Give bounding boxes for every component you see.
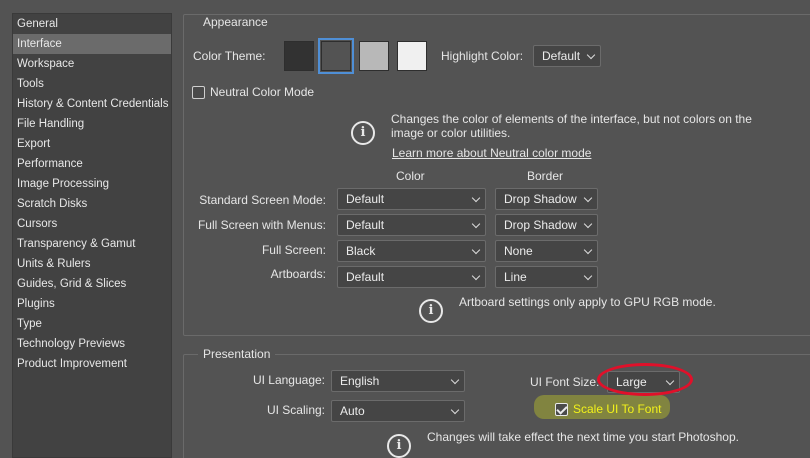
- sidebar: General Interface Workspace Tools History & …: [0, 0, 176, 458]
- sidebar-category-list: General Interface Workspace Tools History & …: [12, 13, 172, 458]
- ui-language-label: UI Language:: [252, 373, 325, 387]
- chevron-down-icon: [583, 271, 593, 281]
- full-screen-menus-border-value: Drop Shadow: [504, 218, 577, 232]
- sidebar-item-export[interactable]: Export: [13, 134, 171, 154]
- ui-scaling-label: UI Scaling:: [266, 403, 325, 417]
- neutral-color-mode-checkbox[interactable]: [192, 86, 205, 99]
- neutral-mode-note-line1: Changes the color of elements of the int…: [391, 112, 752, 126]
- info-icon: i: [387, 434, 411, 458]
- full-screen-menus-border-dropdown[interactable]: Drop Shadow: [495, 214, 598, 236]
- color-theme-swatch-light[interactable]: [359, 41, 389, 71]
- sidebar-item-product-improvement[interactable]: Product Improvement: [13, 354, 171, 374]
- sidebar-item-interface[interactable]: Interface: [13, 34, 171, 54]
- full-screen-color-dropdown[interactable]: Black: [337, 240, 486, 262]
- sidebar-item-workspace[interactable]: Workspace: [13, 54, 171, 74]
- sidebar-item-units-rulers[interactable]: Units & Rulers: [13, 254, 171, 274]
- chevron-down-icon: [583, 245, 593, 255]
- sidebar-item-file-handling[interactable]: File Handling: [13, 114, 171, 134]
- sidebar-item-image-processing[interactable]: Image Processing: [13, 174, 171, 194]
- sidebar-item-scratch-disks[interactable]: Scratch Disks: [13, 194, 171, 214]
- full-screen-border-dropdown[interactable]: None: [495, 240, 598, 262]
- scale-ui-to-font-checkbox[interactable]: [555, 403, 568, 416]
- chevron-down-icon: [586, 50, 596, 60]
- full-screen-menus-color-dropdown[interactable]: Default: [337, 214, 486, 236]
- full-screen-menus-color-value: Default: [346, 218, 385, 232]
- sidebar-item-guides-grid-slices[interactable]: Guides, Grid & Slices: [13, 274, 171, 294]
- standard-screen-border-value: Drop Shadow: [504, 192, 577, 206]
- artboards-border-dropdown[interactable]: Line: [495, 266, 598, 288]
- color-theme-swatch-darkest[interactable]: [284, 41, 314, 71]
- standard-screen-color-value: Default: [346, 192, 385, 206]
- sidebar-item-transparency-gamut[interactable]: Transparency & Gamut: [13, 234, 171, 254]
- border-column-header: Border: [527, 169, 564, 183]
- color-column-header: Color: [396, 169, 425, 183]
- chevron-down-icon: [471, 245, 481, 255]
- ui-scaling-dropdown[interactable]: Auto: [331, 400, 465, 422]
- artboards-color-dropdown[interactable]: Default: [337, 266, 486, 288]
- color-theme-swatch-lightest[interactable]: [397, 41, 427, 71]
- full-screen-label: Full Screen:: [261, 243, 326, 257]
- sidebar-item-plugins[interactable]: Plugins: [13, 294, 171, 314]
- chevron-down-icon: [450, 405, 460, 415]
- info-icon: i: [351, 121, 375, 145]
- sidebar-item-performance[interactable]: Performance: [13, 154, 171, 174]
- neutral-mode-note-line2: image or color utilities.: [391, 126, 511, 140]
- red-circle-annotation: [597, 363, 693, 396]
- neutral-color-mode-label: Neutral Color Mode: [210, 85, 315, 99]
- chevron-down-icon: [450, 375, 460, 385]
- scale-ui-to-font-label: Scale UI To Font: [573, 402, 662, 416]
- standard-screen-border-dropdown[interactable]: Drop Shadow: [495, 188, 598, 210]
- artboards-color-value: Default: [346, 270, 385, 284]
- ui-language-dropdown[interactable]: English: [331, 370, 465, 392]
- chevron-down-icon: [583, 219, 593, 229]
- sidebar-item-tools[interactable]: Tools: [13, 74, 171, 94]
- standard-screen-mode-label: Standard Screen Mode:: [199, 193, 326, 207]
- sidebar-item-technology-previews[interactable]: Technology Previews: [13, 334, 171, 354]
- restart-note: Changes will take effect the next time y…: [427, 430, 739, 444]
- chevron-down-icon: [583, 193, 593, 203]
- highlight-color-dropdown[interactable]: Default: [533, 45, 601, 67]
- standard-screen-color-dropdown[interactable]: Default: [337, 188, 486, 210]
- full-screen-border-value: None: [504, 244, 533, 258]
- ui-scaling-value: Auto: [340, 404, 365, 418]
- sidebar-item-cursors[interactable]: Cursors: [13, 214, 171, 234]
- neutral-mode-learn-more-link[interactable]: Learn more about Neutral color mode: [392, 146, 591, 160]
- color-theme-swatch-dark[interactable]: [318, 38, 354, 74]
- sidebar-item-history-content-credentials[interactable]: History & Content Credentials: [13, 94, 171, 114]
- highlight-color-label: Highlight Color:: [441, 49, 524, 63]
- full-screen-color-value: Black: [346, 244, 376, 258]
- highlight-color-value: Default: [542, 49, 581, 63]
- artboard-note: Artboard settings only apply to GPU RGB …: [459, 295, 716, 309]
- presentation-title: Presentation: [198, 347, 276, 361]
- full-screen-menus-label: Full Screen with Menus:: [197, 218, 326, 232]
- color-theme-label: Color Theme:: [193, 49, 266, 63]
- artboards-border-value: Line: [504, 270, 527, 284]
- ui-font-size-label: UI Font Size:: [530, 375, 600, 389]
- info-icon: i: [419, 299, 443, 323]
- ui-language-value: English: [340, 374, 380, 388]
- artboards-label: Artboards:: [270, 267, 326, 281]
- sidebar-item-type[interactable]: Type: [13, 314, 171, 334]
- sidebar-item-general[interactable]: General: [13, 14, 171, 34]
- preferences-window: General Interface Workspace Tools History & …: [0, 0, 810, 458]
- chevron-down-icon: [471, 219, 481, 229]
- appearance-title: Appearance: [198, 15, 273, 29]
- chevron-down-icon: [471, 271, 481, 281]
- chevron-down-icon: [471, 193, 481, 203]
